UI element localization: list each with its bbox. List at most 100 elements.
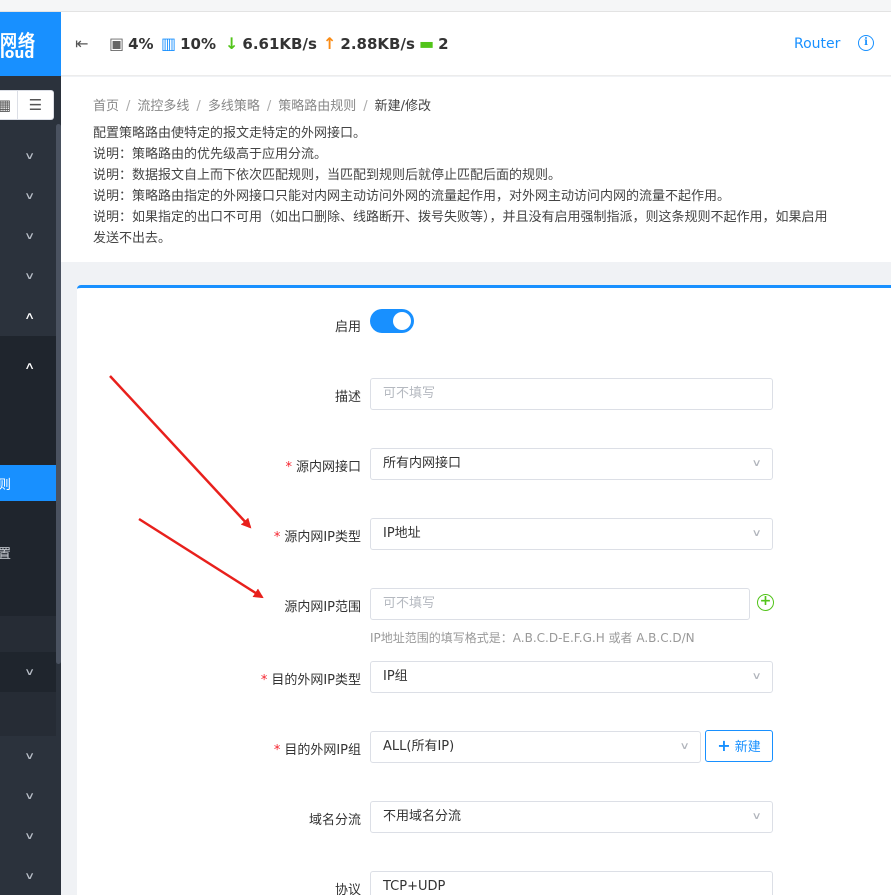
chevron-down-icon: ∨ [24, 270, 36, 282]
sidebar-menu-6[interactable]: ∨ [0, 736, 56, 776]
grid-icon: ▦ [0, 96, 12, 114]
enable-label: 启用 [334, 320, 361, 335]
top-header: ⇤ ▣ 4% ▥ 10% ↓ 6.61KB/s ↑ 2.88KB/s ▬ 2 R… [61, 12, 891, 76]
src-ip-type-select[interactable]: IP地址 ∨ [370, 518, 773, 550]
domain-value: 不用域名分流 [383, 809, 462, 824]
breadcrumb-multiline-policy[interactable]: 多线策略 [208, 99, 260, 114]
sidebar-view-buttons: ▦ ☰ [0, 90, 54, 120]
sidebar-menu-flow-control[interactable]: ∧ [0, 296, 56, 336]
download-stat: ↓ 6.61KB/s [225, 34, 317, 53]
plus-icon: + [717, 736, 731, 755]
required-mark: * [273, 743, 281, 758]
breadcrumb-current: 新建/修改 [374, 99, 432, 114]
router-label[interactable]: Router [794, 36, 840, 52]
sidebar-menu-2[interactable]: ∨ [0, 176, 56, 216]
sidebar-menu-7[interactable]: ∨ [0, 776, 56, 816]
cpu-stat: ▣ 4% [109, 34, 154, 53]
dst-ip-group-value: ALL(所有IP) [383, 739, 455, 754]
dst-ip-type-select[interactable]: IP组 ∨ [370, 661, 773, 693]
rule-form: 启用 描述 可不填写 * 源内网接口 所有内网接口 ∨ * 源内网IP类型 IP地址 ∨… [77, 285, 891, 895]
enable-switch[interactable] [370, 309, 414, 333]
sidebar-item-setting[interactable]: 置 [0, 534, 56, 570]
desc-placeholder: 可不填写 [383, 386, 436, 401]
sidebar-menu-1[interactable]: ∨ [0, 136, 56, 176]
desc-input[interactable]: 可不填写 [370, 378, 773, 410]
upload-stat: ↑ 2.88KB/s [323, 34, 415, 53]
domain-label: 域名分流 [308, 813, 361, 828]
chevron-down-icon: ∨ [751, 671, 762, 682]
src-iface-select[interactable]: 所有内网接口 ∨ [370, 448, 773, 480]
memory-value: 10% [180, 34, 217, 53]
chevron-down-icon: ∨ [751, 458, 762, 469]
src-ip-type-value: IP地址 [383, 526, 421, 541]
info-icon[interactable]: i [858, 35, 874, 51]
switch-knob [393, 312, 411, 330]
description-line: 说明：如果指定的出口不可用（如出口删除、线路断开、拨号失败等），并且没有启用强制… [93, 210, 828, 225]
chevron-up-icon: ∧ [24, 360, 36, 372]
arrow-down-icon: ↓ [225, 34, 239, 53]
upload-value: 2.88KB/s [340, 34, 415, 53]
dst-ip-group-label: * 目的外网IP组 [273, 743, 361, 758]
breadcrumb-policy-route-rules[interactable]: 策略路由规则 [278, 99, 356, 114]
src-iface-value: 所有内网接口 [383, 456, 462, 471]
memory-stat: ▥ 10% [161, 34, 216, 53]
new-ip-group-button[interactable]: + 新建 [705, 730, 773, 762]
breadcrumb-flow-control[interactable]: 流控多线 [137, 99, 189, 114]
breadcrumb: 首页 / 流控多线 / 多线策略 / 策略路由规则 / 新建/修改 [93, 99, 432, 114]
arrow-up-icon: ↑ [323, 34, 337, 53]
sidebar-menu-4[interactable]: ∨ [0, 256, 56, 296]
memory-icon: ▥ [161, 34, 177, 53]
src-ip-range-hint: IP地址范围的填写格式是：A.B.C.D-E.F.G.H 或者 A.B.C.D/… [370, 631, 695, 645]
src-ip-range-placeholder: 可不填写 [383, 596, 436, 611]
download-value: 6.61KB/s [242, 34, 317, 53]
required-mark: * [273, 530, 281, 545]
desc-label: 描述 [334, 390, 361, 405]
chevron-down-icon: ∨ [24, 750, 36, 762]
chevron-down-icon: ∨ [24, 830, 36, 842]
required-mark: * [285, 460, 292, 475]
sidebar-item-label: 则 [0, 477, 12, 493]
sidebar: 网络 loud ▦ ☰ ∨ ∨ ∨ ∨ ∧ ∧ 则 置 ∨ ∨ ∨ ∨ ∨ [0, 12, 61, 895]
src-iface-label: * 源内网接口 [285, 460, 361, 475]
chevron-down-icon: ∨ [24, 870, 36, 882]
src-ip-type-label: * 源内网IP类型 [273, 530, 361, 545]
list-view-button[interactable]: ☰ [18, 90, 54, 120]
chevron-down-icon: ∨ [679, 741, 690, 752]
description-line: 配置策略路由使特定的报文走特定的外网接口。 [93, 126, 367, 141]
protocol-select[interactable]: TCP+UDP [370, 871, 773, 895]
sidebar-menu-9[interactable]: ∨ [0, 856, 56, 895]
grid-view-button[interactable]: ▦ [0, 90, 18, 120]
description-line: 说明：策略路由指定的外网接口只能对内网主动访问外网的流量起作用，对外网主动访问内… [93, 189, 731, 204]
sidebar-menu-3[interactable]: ∨ [0, 216, 56, 256]
chevron-down-icon: ∨ [24, 790, 36, 802]
chevron-down-icon: ∨ [751, 811, 762, 822]
online-value: 2 [438, 34, 449, 53]
menu-toggle-button[interactable]: ⇤ [75, 36, 93, 52]
description-panel: 首页 / 流控多线 / 多线策略 / 策略路由规则 / 新建/修改 配置策略路由使特定的报文走特… [61, 77, 891, 262]
src-ip-range-input[interactable]: 可不填写 [370, 588, 750, 620]
add-circle-icon[interactable]: + [757, 594, 774, 611]
new-button-label: 新建 [734, 740, 761, 755]
description-line: 说明：策略路由的优先级高于应用分流。 [93, 147, 328, 162]
domain-select[interactable]: 不用域名分流 ∨ [370, 801, 773, 833]
src-ip-range-label: 源内网IP范围 [284, 600, 361, 615]
description-line: 说明：数据报文自上而下依次匹配规则，当匹配到规则后就停止匹配后面的规则。 [93, 168, 562, 183]
chevron-down-icon: ∨ [751, 528, 762, 539]
menu-fold-icon: ⇤ [75, 34, 89, 53]
sidebar-menu-5[interactable]: ∨ [0, 652, 56, 692]
protocol-value: TCP+UDP [383, 879, 446, 894]
chevron-down-icon: ∨ [24, 150, 36, 162]
dst-ip-group-select[interactable]: ALL(所有IP) ∨ [370, 731, 701, 763]
description-line: 发送不出去。 [93, 231, 172, 246]
chevron-down-icon: ∨ [24, 230, 36, 242]
required-mark: * [260, 673, 268, 688]
protocol-label: 协议 [334, 883, 361, 895]
dst-ip-type-label: * 目的外网IP类型 [260, 673, 361, 688]
sidebar-item-policy-route[interactable]: 则 [0, 465, 56, 501]
cpu-value: 4% [128, 34, 154, 53]
monitor-icon: ▬ [419, 34, 435, 53]
sidebar-menu-8[interactable]: ∨ [0, 816, 56, 856]
sidebar-submenu-multiline[interactable]: ∧ [0, 346, 56, 386]
cpu-icon: ▣ [109, 34, 125, 53]
breadcrumb-home[interactable]: 首页 [93, 99, 119, 114]
